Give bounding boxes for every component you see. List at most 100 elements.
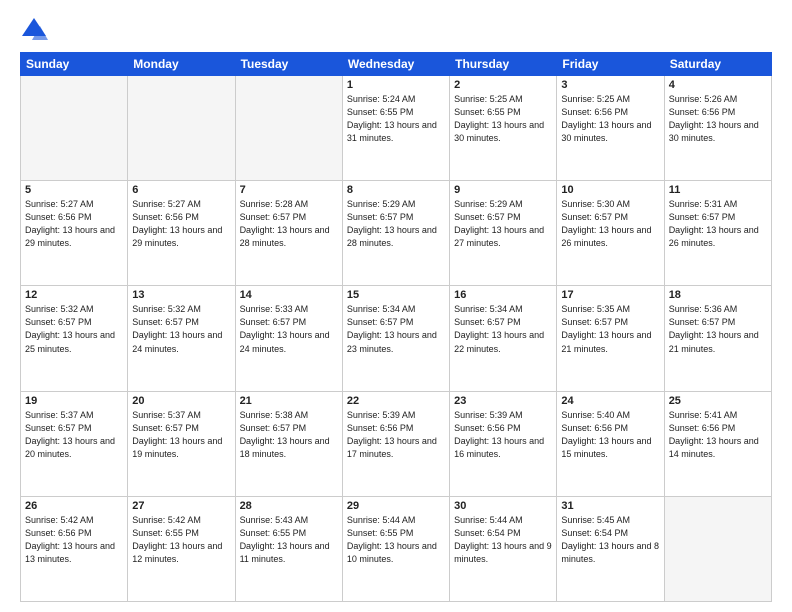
day-info: Sunrise: 5:36 AM Sunset: 6:57 PM Dayligh… bbox=[669, 303, 767, 355]
day-number: 28 bbox=[240, 500, 338, 512]
header bbox=[20, 16, 772, 44]
day-info: Sunrise: 5:28 AM Sunset: 6:57 PM Dayligh… bbox=[240, 198, 338, 250]
day-number: 15 bbox=[347, 289, 445, 301]
day-info: Sunrise: 5:27 AM Sunset: 6:56 PM Dayligh… bbox=[25, 198, 123, 250]
day-number: 8 bbox=[347, 184, 445, 196]
calendar-cell: 17 Sunrise: 5:35 AM Sunset: 6:57 PM Dayli… bbox=[557, 286, 664, 391]
day-number: 12 bbox=[25, 289, 123, 301]
day-number: 3 bbox=[561, 79, 659, 91]
weekday-header-wednesday: Wednesday bbox=[342, 53, 449, 76]
calendar-cell: 12 Sunrise: 5:32 AM Sunset: 6:57 PM Dayli… bbox=[21, 286, 128, 391]
calendar-cell: 30 Sunrise: 5:44 AM Sunset: 6:54 PM Dayli… bbox=[450, 496, 557, 601]
calendar-cell: 7 Sunrise: 5:28 AM Sunset: 6:57 PM Daylig… bbox=[235, 181, 342, 286]
day-number: 22 bbox=[347, 395, 445, 407]
calendar-cell: 15 Sunrise: 5:34 AM Sunset: 6:57 PM Dayli… bbox=[342, 286, 449, 391]
day-number: 26 bbox=[25, 500, 123, 512]
calendar-cell: 26 Sunrise: 5:42 AM Sunset: 6:56 PM Dayli… bbox=[21, 496, 128, 601]
week-row-0: 1Sunrise: 5:24 AM Sunset: 6:55 PM Daylig… bbox=[21, 76, 772, 181]
weekday-header-thursday: Thursday bbox=[450, 53, 557, 76]
day-number: 29 bbox=[347, 500, 445, 512]
day-number: 25 bbox=[669, 395, 767, 407]
day-info: Sunrise: 5:39 AM Sunset: 6:56 PM Dayligh… bbox=[347, 409, 445, 461]
day-number: 31 bbox=[561, 500, 659, 512]
day-number: 19 bbox=[25, 395, 123, 407]
day-info: Sunrise: 5:45 AM Sunset: 6:54 PM Dayligh… bbox=[561, 514, 659, 566]
weekday-header-saturday: Saturday bbox=[664, 53, 771, 76]
day-info: Sunrise: 5:29 AM Sunset: 6:57 PM Dayligh… bbox=[454, 198, 552, 250]
day-info: Sunrise: 5:44 AM Sunset: 6:55 PM Dayligh… bbox=[347, 514, 445, 566]
calendar-cell bbox=[235, 76, 342, 181]
day-number: 23 bbox=[454, 395, 552, 407]
weekday-header-row: SundayMondayTuesdayWednesdayThursdayFrid… bbox=[21, 53, 772, 76]
page: SundayMondayTuesdayWednesdayThursdayFrid… bbox=[0, 0, 792, 612]
calendar-cell: 2Sunrise: 5:25 AM Sunset: 6:55 PM Daylig… bbox=[450, 76, 557, 181]
calendar-cell: 13 Sunrise: 5:32 AM Sunset: 6:57 PM Dayli… bbox=[128, 286, 235, 391]
calendar-cell: 18 Sunrise: 5:36 AM Sunset: 6:57 PM Dayli… bbox=[664, 286, 771, 391]
day-info: Sunrise: 5:35 AM Sunset: 6:57 PM Dayligh… bbox=[561, 303, 659, 355]
calendar-cell: 21 Sunrise: 5:38 AM Sunset: 6:57 PM Dayli… bbox=[235, 391, 342, 496]
calendar-cell: 20Sunrise: 5:37 AM Sunset: 6:57 PM Dayli… bbox=[128, 391, 235, 496]
week-row-3: 19 Sunrise: 5:37 AM Sunset: 6:57 PM Dayli… bbox=[21, 391, 772, 496]
day-number: 5 bbox=[25, 184, 123, 196]
day-info: Sunrise: 5:38 AM Sunset: 6:57 PM Dayligh… bbox=[240, 409, 338, 461]
day-number: 27 bbox=[132, 500, 230, 512]
day-number: 16 bbox=[454, 289, 552, 301]
day-number: 11 bbox=[669, 184, 767, 196]
day-info: Sunrise: 5:41 AM Sunset: 6:56 PM Dayligh… bbox=[669, 409, 767, 461]
day-info: Sunrise: 5:42 AM Sunset: 6:55 PM Dayligh… bbox=[132, 514, 230, 566]
day-info: Sunrise: 5:44 AM Sunset: 6:54 PM Dayligh… bbox=[454, 514, 552, 566]
calendar-cell: 11 Sunrise: 5:31 AM Sunset: 6:57 PM Dayli… bbox=[664, 181, 771, 286]
calendar-cell: 25 Sunrise: 5:41 AM Sunset: 6:56 PM Dayli… bbox=[664, 391, 771, 496]
day-number: 9 bbox=[454, 184, 552, 196]
calendar-cell: 9 Sunrise: 5:29 AM Sunset: 6:57 PM Daylig… bbox=[450, 181, 557, 286]
day-info: Sunrise: 5:39 AM Sunset: 6:56 PM Dayligh… bbox=[454, 409, 552, 461]
calendar-cell: 14Sunrise: 5:33 AM Sunset: 6:57 PM Dayli… bbox=[235, 286, 342, 391]
calendar-cell bbox=[128, 76, 235, 181]
day-info: Sunrise: 5:32 AM Sunset: 6:57 PM Dayligh… bbox=[132, 303, 230, 355]
day-number: 6 bbox=[132, 184, 230, 196]
calendar-cell: 19 Sunrise: 5:37 AM Sunset: 6:57 PM Dayli… bbox=[21, 391, 128, 496]
day-number: 14 bbox=[240, 289, 338, 301]
day-info: Sunrise: 5:42 AM Sunset: 6:56 PM Dayligh… bbox=[25, 514, 123, 566]
weekday-header-monday: Monday bbox=[128, 53, 235, 76]
weekday-header-friday: Friday bbox=[557, 53, 664, 76]
day-info: Sunrise: 5:34 AM Sunset: 6:57 PM Dayligh… bbox=[454, 303, 552, 355]
week-row-4: 26 Sunrise: 5:42 AM Sunset: 6:56 PM Dayli… bbox=[21, 496, 772, 601]
calendar-cell: 28Sunrise: 5:43 AM Sunset: 6:55 PM Dayli… bbox=[235, 496, 342, 601]
day-number: 7 bbox=[240, 184, 338, 196]
day-info: Sunrise: 5:31 AM Sunset: 6:57 PM Dayligh… bbox=[669, 198, 767, 250]
day-info: Sunrise: 5:25 AM Sunset: 6:56 PM Dayligh… bbox=[561, 93, 659, 145]
calendar-table: SundayMondayTuesdayWednesdayThursdayFrid… bbox=[20, 52, 772, 602]
day-info: Sunrise: 5:34 AM Sunset: 6:57 PM Dayligh… bbox=[347, 303, 445, 355]
calendar-cell: 31 Sunrise: 5:45 AM Sunset: 6:54 PM Dayli… bbox=[557, 496, 664, 601]
calendar-cell: 8 Sunrise: 5:29 AM Sunset: 6:57 PM Daylig… bbox=[342, 181, 449, 286]
day-info: Sunrise: 5:37 AM Sunset: 6:57 PM Dayligh… bbox=[25, 409, 123, 461]
day-number: 24 bbox=[561, 395, 659, 407]
day-number: 18 bbox=[669, 289, 767, 301]
day-number: 21 bbox=[240, 395, 338, 407]
calendar-cell: 1Sunrise: 5:24 AM Sunset: 6:55 PM Daylig… bbox=[342, 76, 449, 181]
logo-icon bbox=[20, 16, 48, 44]
week-row-1: 5 Sunrise: 5:27 AM Sunset: 6:56 PM Daylig… bbox=[21, 181, 772, 286]
day-number: 20 bbox=[132, 395, 230, 407]
day-number: 30 bbox=[454, 500, 552, 512]
calendar-cell: 16 Sunrise: 5:34 AM Sunset: 6:57 PM Dayli… bbox=[450, 286, 557, 391]
weekday-header-tuesday: Tuesday bbox=[235, 53, 342, 76]
calendar-cell: 23 Sunrise: 5:39 AM Sunset: 6:56 PM Dayli… bbox=[450, 391, 557, 496]
calendar-cell bbox=[21, 76, 128, 181]
calendar-cell bbox=[664, 496, 771, 601]
weekday-header-sunday: Sunday bbox=[21, 53, 128, 76]
day-number: 2 bbox=[454, 79, 552, 91]
day-number: 1 bbox=[347, 79, 445, 91]
calendar-cell: 29 Sunrise: 5:44 AM Sunset: 6:55 PM Dayli… bbox=[342, 496, 449, 601]
day-number: 13 bbox=[132, 289, 230, 301]
day-info: Sunrise: 5:32 AM Sunset: 6:57 PM Dayligh… bbox=[25, 303, 123, 355]
calendar-cell: 22 Sunrise: 5:39 AM Sunset: 6:56 PM Dayli… bbox=[342, 391, 449, 496]
day-info: Sunrise: 5:30 AM Sunset: 6:57 PM Dayligh… bbox=[561, 198, 659, 250]
day-number: 17 bbox=[561, 289, 659, 301]
week-row-2: 12 Sunrise: 5:32 AM Sunset: 6:57 PM Dayli… bbox=[21, 286, 772, 391]
day-number: 4 bbox=[669, 79, 767, 91]
day-info: Sunrise: 5:29 AM Sunset: 6:57 PM Dayligh… bbox=[347, 198, 445, 250]
day-info: Sunrise: 5:27 AM Sunset: 6:56 PM Dayligh… bbox=[132, 198, 230, 250]
calendar-cell: 27 Sunrise: 5:42 AM Sunset: 6:55 PM Dayli… bbox=[128, 496, 235, 601]
